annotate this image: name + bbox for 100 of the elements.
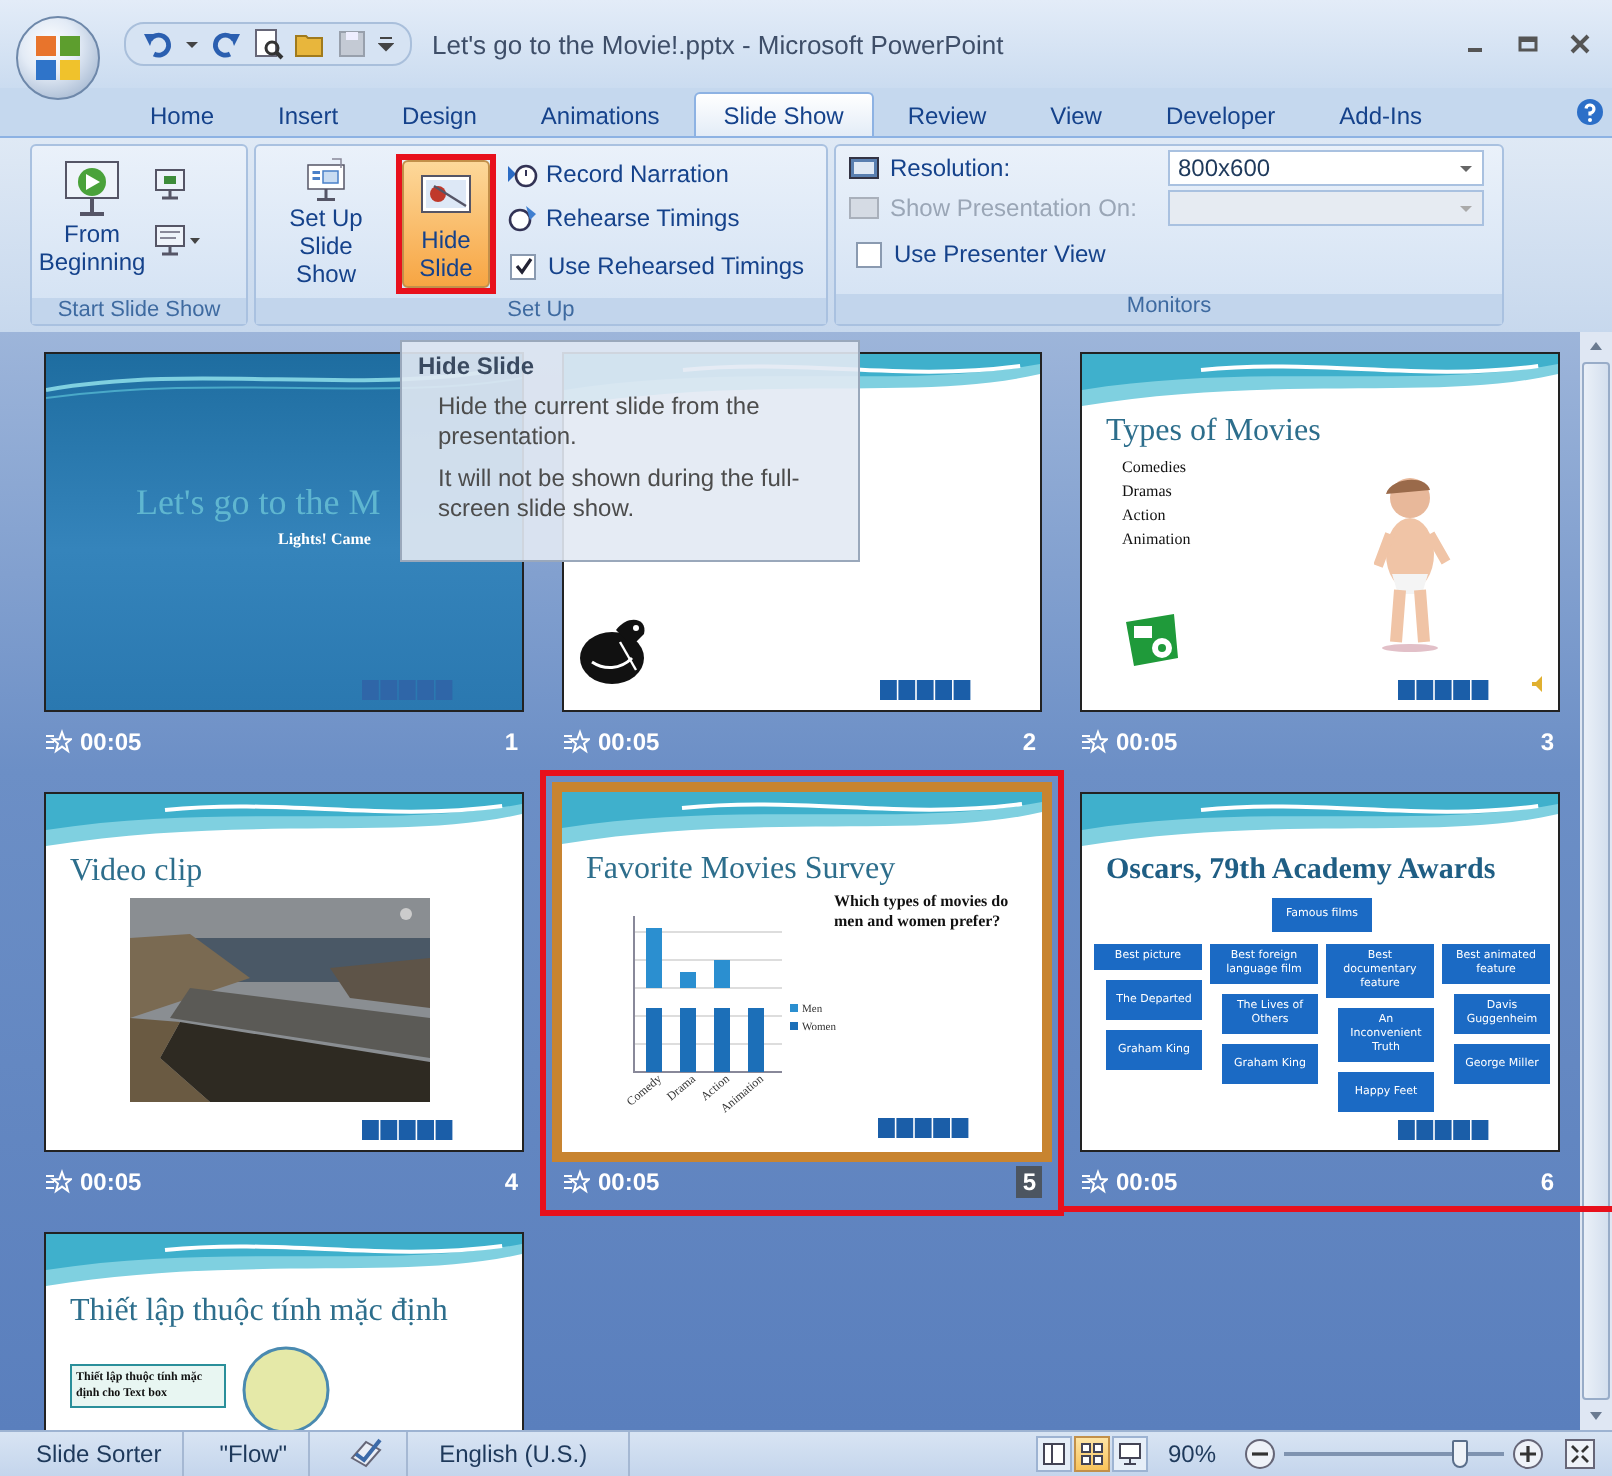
- slide-timing: 00:05: [598, 728, 662, 756]
- dropdown-arrow-icon: [1458, 160, 1474, 176]
- bullet-item: Which types of movies do men and women prefer?: [834, 892, 1011, 932]
- display-icon: [848, 192, 880, 224]
- slide-number: 3: [1538, 726, 1556, 758]
- maximize-icon[interactable]: [1516, 32, 1540, 56]
- timer-icon: [506, 202, 538, 234]
- slide-subtitle: Lights! Came: [278, 530, 371, 548]
- group-label: Set Up: [256, 298, 826, 324]
- slide-sorter-icon: [1079, 1442, 1104, 1466]
- scrollbar[interactable]: [1580, 332, 1612, 1430]
- transition-icon: [562, 1168, 590, 1196]
- bullet-item: Action: [1120, 504, 1168, 528]
- transition-icon: [562, 728, 590, 756]
- monitor-icon: [848, 152, 880, 184]
- use-presenter-view-checkbox[interactable]: Use Presenter View: [848, 230, 1110, 278]
- use-rehearsed-timings-checkbox[interactable]: Use Rehearsed Timings: [502, 242, 809, 290]
- language[interactable]: English (U.S.): [407, 1432, 630, 1476]
- slide-number: 4: [502, 1166, 520, 1198]
- zoom-out-icon[interactable]: [1244, 1438, 1276, 1470]
- ribbon-tab[interactable]: Developer: [1135, 92, 1306, 136]
- group-label: Monitors: [836, 294, 1502, 324]
- navigation-buttons-drawing: [1398, 1120, 1490, 1140]
- slide-timing: 00:05: [598, 1168, 662, 1196]
- slide-title: Favorite Movies Survey: [586, 852, 896, 888]
- theme-name[interactable]: "Flow": [183, 1432, 310, 1476]
- redo-icon[interactable]: [210, 28, 242, 60]
- chart-bar: [680, 972, 696, 988]
- chart-bar: [748, 1008, 764, 1072]
- presentation-icon[interactable]: [152, 166, 188, 202]
- fit-to-window-icon[interactable]: [1564, 1438, 1596, 1470]
- transition-icon: [1080, 728, 1108, 756]
- bullet-item: Comedies: [1120, 456, 1188, 480]
- resolution-dropdown[interactable]: 800x600: [1168, 150, 1484, 186]
- ribbon-tab[interactable]: Slide Show: [693, 92, 874, 136]
- window-title: Let's go to the Movie!.pptx - Microsoft PowerPoint: [432, 29, 1006, 59]
- group-label: Start Slide Show: [32, 298, 246, 324]
- slide-title: Let's go to the M: [136, 482, 381, 524]
- set-up-slide-show-button[interactable]: Set Up Slide Show: [262, 150, 390, 294]
- legend-swatch: [790, 1022, 798, 1030]
- from-beginning-button[interactable]: From Beginning: [38, 150, 146, 294]
- projector-icon: [1117, 1442, 1142, 1466]
- ribbon-tab[interactable]: Home: [120, 92, 245, 136]
- slide-frame[interactable]: Video clip: [44, 792, 524, 1152]
- transition-icon: [1080, 1168, 1108, 1196]
- undo-icon[interactable]: [142, 28, 174, 60]
- resolution-label: Resolution:: [848, 152, 1168, 184]
- slide-timing: 00:05: [1116, 728, 1180, 756]
- slide-title: Video clip: [70, 854, 203, 890]
- close-icon[interactable]: [1568, 32, 1592, 56]
- slider-thumb[interactable]: [1452, 1440, 1468, 1468]
- ribbon-tab[interactable]: Insert: [248, 92, 369, 136]
- view-button[interactable]: [1035, 1436, 1072, 1472]
- zoom-in-icon[interactable]: [1512, 1438, 1544, 1470]
- dropdown-arrow-icon: [1458, 200, 1474, 216]
- chart-bar: [646, 1008, 662, 1072]
- slide-timing: 00:05: [80, 1168, 144, 1196]
- film-camera-icon: [1122, 610, 1182, 670]
- bullet-item: Animation: [1120, 528, 1191, 552]
- transition-icon: [44, 728, 72, 756]
- ribbon-tab[interactable]: Add-Ins: [1309, 92, 1453, 136]
- ribbon-tab[interactable]: View: [1020, 92, 1132, 136]
- zoom-level[interactable]: 90%: [1167, 1440, 1216, 1468]
- projector-screen-icon: [60, 156, 124, 220]
- scrollbar-thumb[interactable]: [1582, 362, 1610, 1400]
- print-preview-icon[interactable]: [252, 28, 284, 60]
- hide-slide-button[interactable]: Hide Slide: [402, 160, 490, 288]
- slide-number: 5: [1016, 1166, 1042, 1198]
- view-button[interactable]: [1111, 1436, 1148, 1472]
- record-narration-button[interactable]: Record Narration: [502, 154, 809, 194]
- navigation-buttons-drawing: [878, 1118, 970, 1138]
- ribbon-tab[interactable]: Animations: [510, 92, 690, 136]
- help-icon[interactable]: [1576, 98, 1604, 126]
- chart-bar: [646, 928, 662, 988]
- check-icon: [513, 256, 533, 276]
- view-button[interactable]: [1073, 1436, 1110, 1472]
- chart-bar: [680, 1008, 696, 1072]
- legend-swatch: [790, 1004, 798, 1012]
- transition-icon: [44, 1168, 72, 1196]
- bullet-item: Dramas: [1120, 480, 1174, 504]
- normal-view-icon: [1041, 1442, 1066, 1466]
- ribbon-tab[interactable]: Review: [877, 92, 1017, 136]
- slide-timing: 00:05: [80, 728, 144, 756]
- navigation-buttons-drawing: [1398, 680, 1490, 700]
- slide-title: Oscars, 79th Academy Awards: [1106, 854, 1496, 888]
- slide-number: 6: [1538, 1166, 1556, 1198]
- slide-title: Thiết lập thuộc tính mặc định: [70, 1294, 448, 1330]
- view-name: Slide Sorter: [0, 1432, 184, 1476]
- slide-title: Types of Movies: [1106, 414, 1321, 450]
- spelling-check-icon[interactable]: [345, 1438, 386, 1470]
- slide-number: 2: [1020, 726, 1038, 758]
- show-presentation-on-label: Show Presentation On:: [848, 192, 1168, 224]
- navigation-buttons-drawing: [880, 680, 972, 700]
- rehearse-timings-button[interactable]: Rehearse Timings: [502, 198, 809, 238]
- slide-timing: 00:05: [1116, 1168, 1180, 1196]
- slide-frame[interactable]: Types of Movies Comedies Dramas Action Animation: [1080, 352, 1560, 712]
- chart-bar: [714, 1008, 730, 1072]
- office-logo-icon: [32, 32, 84, 84]
- ribbon-tab[interactable]: Design: [372, 92, 507, 136]
- custom-show-icon[interactable]: [152, 222, 204, 258]
